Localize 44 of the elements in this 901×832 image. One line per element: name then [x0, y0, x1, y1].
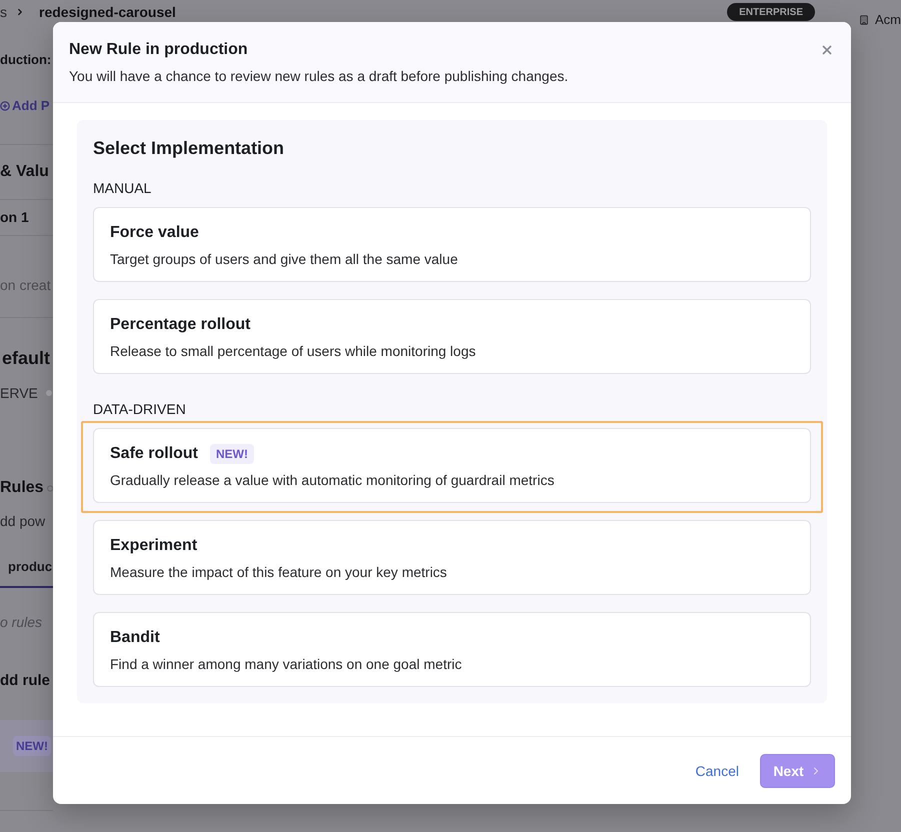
- option-description: Find a winner among many variations on one goal metric: [110, 655, 463, 674]
- option-title: Bandit: [110, 628, 160, 648]
- group-label: MANUAL: [93, 179, 152, 198]
- option-card[interactable]: Safe rollout NEW! Gradually release a value with automatic monitoring of guardrail metrics: [93, 428, 811, 503]
- option-description: Release to small percentage of users while monitoring logs: [110, 342, 477, 361]
- new-badge: NEW!: [210, 444, 254, 464]
- breadcrumb-link[interactable]: s: [0, 2, 7, 22]
- option-title: Experiment: [110, 536, 198, 556]
- option-title: Force value: [110, 223, 199, 243]
- description-text: on creat: [0, 276, 52, 295]
- plan-badge: ENTERPRISE: [727, 3, 815, 21]
- group-label: DATA-DRIVEN: [93, 400, 187, 419]
- option-card[interactable]: Bandit Find a winner among many variations on one goal metric: [93, 612, 811, 687]
- section-title: efault: [2, 346, 50, 370]
- add-link[interactable]: Add P: [12, 96, 50, 116]
- organization-name[interactable]: Acm: [875, 10, 901, 30]
- option-description: Measure the impact of this feature on your key metrics: [110, 563, 448, 582]
- next-button[interactable]: Next: [760, 754, 835, 788]
- circle-icon: [46, 484, 53, 492]
- modal-subtitle: You will have a chance to review new rules as a draft before publishing changes.: [69, 67, 568, 86]
- option-description: Target groups of users and give them all the same value: [110, 250, 459, 269]
- option-description: Gradually release a value with automatic monitoring of guardrail metrics: [110, 471, 556, 490]
- description-text: dd pow: [0, 512, 46, 531]
- serve-label: ERVE: [0, 384, 38, 402]
- option-card[interactable]: Experiment Measure the impact of this feature on your key metrics: [93, 520, 811, 595]
- option-title: Percentage rollout: [110, 315, 250, 335]
- building-icon: [859, 14, 869, 26]
- plus-circle-icon: [0, 101, 10, 111]
- panel-heading: Select Implementation: [93, 137, 286, 160]
- empty-state-text: o rules: [0, 612, 42, 632]
- option-title: Safe rollout: [110, 444, 198, 464]
- breadcrumb-current: redesigned-carousel: [39, 3, 176, 21]
- close-icon: [820, 43, 834, 57]
- environment-label: duction:: [0, 51, 52, 70]
- modal-title: New Rule in production: [69, 40, 249, 60]
- subsection-title: dd rule: [0, 670, 50, 691]
- new-badge: NEW!: [13, 736, 51, 756]
- section-title: & Valu: [0, 162, 49, 182]
- section-title: Rules: [0, 478, 44, 498]
- cancel-button[interactable]: Cancel: [695, 754, 739, 788]
- row-label: on 1: [0, 208, 29, 227]
- chevron-right-icon: [15, 7, 25, 17]
- option-card[interactable]: Percentage rollout Release to small percentage of users while monitoring logs: [93, 299, 811, 374]
- option-card[interactable]: Force value Target groups of users and give them all the same value: [93, 207, 811, 282]
